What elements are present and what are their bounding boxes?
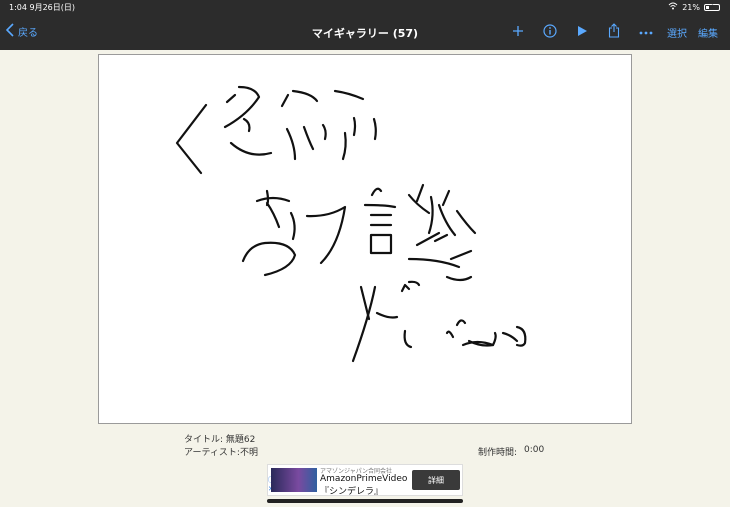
handwritten-drawing [175,85,527,363]
creation-time-label: 制作時間: [478,448,518,458]
artwork-title: タイトル: 無題62 [184,435,256,445]
status-time: 1:04 9月26日(日) [9,3,76,12]
creation-time-value: 0:00 [524,445,545,455]
ad-banner[interactable]: ⓘ✕ アマゾンジャパン合同会社 AmazonPrimeVideo 『シンデレラ』… [267,464,463,497]
share-button[interactable] [598,20,630,44]
back-label: 戻る [18,28,38,39]
ad-detail-button[interactable]: 詳細 [412,470,460,490]
navigation-bar: 戻る マイギャラリー (57) 選択 編集 [0,14,730,50]
artwork-canvas[interactable] [98,54,632,424]
play-button[interactable] [566,20,598,44]
ad-subline: 『シンデレラ』 [320,487,384,497]
play-icon [577,25,588,40]
add-button[interactable] [502,20,534,44]
wifi-icon [668,2,678,12]
share-icon [608,23,620,41]
edit-button[interactable]: 編集 [692,20,724,44]
select-button[interactable]: 選択 [662,20,692,44]
ad-thumbnail [271,468,317,492]
info-icon [543,23,557,41]
back-button[interactable]: 戻る [5,23,38,40]
more-button[interactable] [630,20,662,44]
artwork-artist: アーティスト:不明 [184,448,258,458]
ad-headline: AmazonPrimeVideo [320,474,408,484]
status-right: 21% ⚡ [668,2,720,12]
home-indicator [267,499,463,503]
status-bar: 1:04 9月26日(日) 21% ⚡ [0,0,730,14]
battery-icon: ⚡ [704,3,720,11]
ellipsis-icon [639,27,653,38]
chevron-left-icon [5,23,14,40]
battery-percent: 21% [682,2,700,12]
plus-icon [512,25,524,40]
toolbar: 選択 編集 [502,20,724,44]
info-button[interactable] [534,20,566,44]
